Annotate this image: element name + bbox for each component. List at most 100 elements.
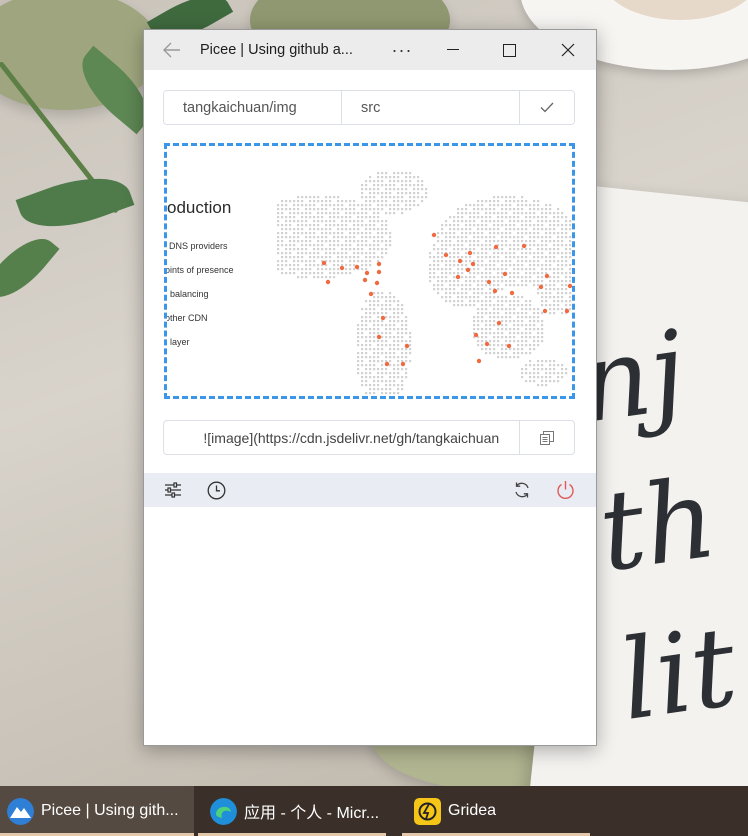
map-dot [541, 304, 544, 307]
map-dot [277, 224, 280, 227]
map-dot [481, 204, 484, 207]
map-dot [493, 340, 496, 343]
map-dot [485, 304, 488, 307]
map-dot [561, 240, 564, 243]
map-dot [289, 252, 292, 255]
map-dot [533, 348, 536, 351]
markdown-link-output[interactable]: ![image](https://cdn.jsdelivr.net/gh/tan… [164, 421, 521, 454]
map-dot [481, 248, 484, 251]
map-dot [413, 200, 416, 203]
map-location-marker [465, 267, 471, 273]
map-dot [453, 276, 456, 279]
map-dot [545, 292, 548, 295]
map-dot [309, 236, 312, 239]
map-dot [505, 312, 508, 315]
map-dot [401, 336, 404, 339]
map-dot [533, 372, 536, 375]
map-dot [565, 260, 568, 263]
map-dot [569, 248, 572, 251]
map-dot [489, 264, 492, 267]
map-dot [369, 360, 372, 363]
map-dot [365, 244, 368, 247]
map-dot [333, 212, 336, 215]
map-dot [565, 252, 568, 255]
more-options-button[interactable]: ··· [380, 30, 424, 70]
map-dot [489, 228, 492, 231]
map-dot [465, 292, 468, 295]
map-dot [533, 264, 536, 267]
map-dot [509, 244, 512, 247]
map-dot [557, 264, 560, 267]
map-dot [349, 212, 352, 215]
map-dot [505, 236, 508, 239]
map-dot [465, 304, 468, 307]
history-button[interactable] [199, 473, 233, 507]
map-dot [393, 392, 396, 395]
map-dot [549, 372, 552, 375]
map-dot [489, 344, 492, 347]
map-dot [397, 176, 400, 179]
map-dot [505, 300, 508, 303]
map-dot [517, 300, 520, 303]
map-dot [389, 176, 392, 179]
map-dot [493, 232, 496, 235]
map-dot [301, 260, 304, 263]
map-dot [281, 256, 284, 259]
map-dot [381, 340, 384, 343]
map-dot [469, 284, 472, 287]
map-dot [401, 380, 404, 383]
map-dot [509, 208, 512, 211]
taskbar-item-edge[interactable]: 应用 - 个人 - Micr... [198, 786, 398, 836]
map-dot [361, 236, 364, 239]
map-dot [509, 220, 512, 223]
map-dot [397, 384, 400, 387]
map-dot [285, 236, 288, 239]
taskbar-item-picee[interactable]: Picee | Using gith... [0, 786, 194, 836]
map-dot [317, 216, 320, 219]
map-dot [541, 236, 544, 239]
map-dot [481, 284, 484, 287]
map-dot [329, 244, 332, 247]
map-dot [337, 216, 340, 219]
map-dot [413, 176, 416, 179]
map-location-marker [321, 260, 327, 266]
confirm-button[interactable] [520, 91, 574, 124]
image-drop-zone[interactable]: oduction DNS providers oints of presence… [164, 143, 575, 399]
map-dot [509, 200, 512, 203]
map-dot [449, 236, 452, 239]
map-dot [569, 308, 572, 311]
copy-button[interactable] [520, 421, 574, 454]
settings-button[interactable] [156, 473, 190, 507]
map-dot [533, 344, 536, 347]
map-dot [521, 196, 524, 199]
map-dot [285, 232, 288, 235]
map-dot [381, 332, 384, 335]
power-button[interactable] [548, 473, 582, 507]
map-dot [377, 240, 380, 243]
map-dot [509, 264, 512, 267]
map-location-marker [502, 271, 508, 277]
map-dot [501, 352, 504, 355]
map-dot [481, 232, 484, 235]
maximize-button[interactable] [481, 30, 538, 70]
map-dot [365, 260, 368, 263]
map-dot [489, 208, 492, 211]
map-dot [441, 272, 444, 275]
taskbar-item-gridea[interactable]: Gridea [402, 786, 592, 836]
map-dot [381, 192, 384, 195]
close-button[interactable] [539, 30, 596, 70]
map-dot [289, 268, 292, 271]
map-dot [513, 336, 516, 339]
map-dot [473, 236, 476, 239]
map-dot [461, 216, 464, 219]
map-dot [333, 204, 336, 207]
back-arrow-icon [163, 42, 180, 58]
path-input[interactable] [342, 91, 520, 124]
check-icon [540, 102, 554, 113]
repo-input[interactable] [164, 91, 342, 124]
minimize-button[interactable] [424, 30, 481, 70]
map-dot [461, 276, 464, 279]
back-button[interactable] [144, 30, 200, 70]
refresh-button[interactable] [505, 473, 539, 507]
map-dot [493, 320, 496, 323]
